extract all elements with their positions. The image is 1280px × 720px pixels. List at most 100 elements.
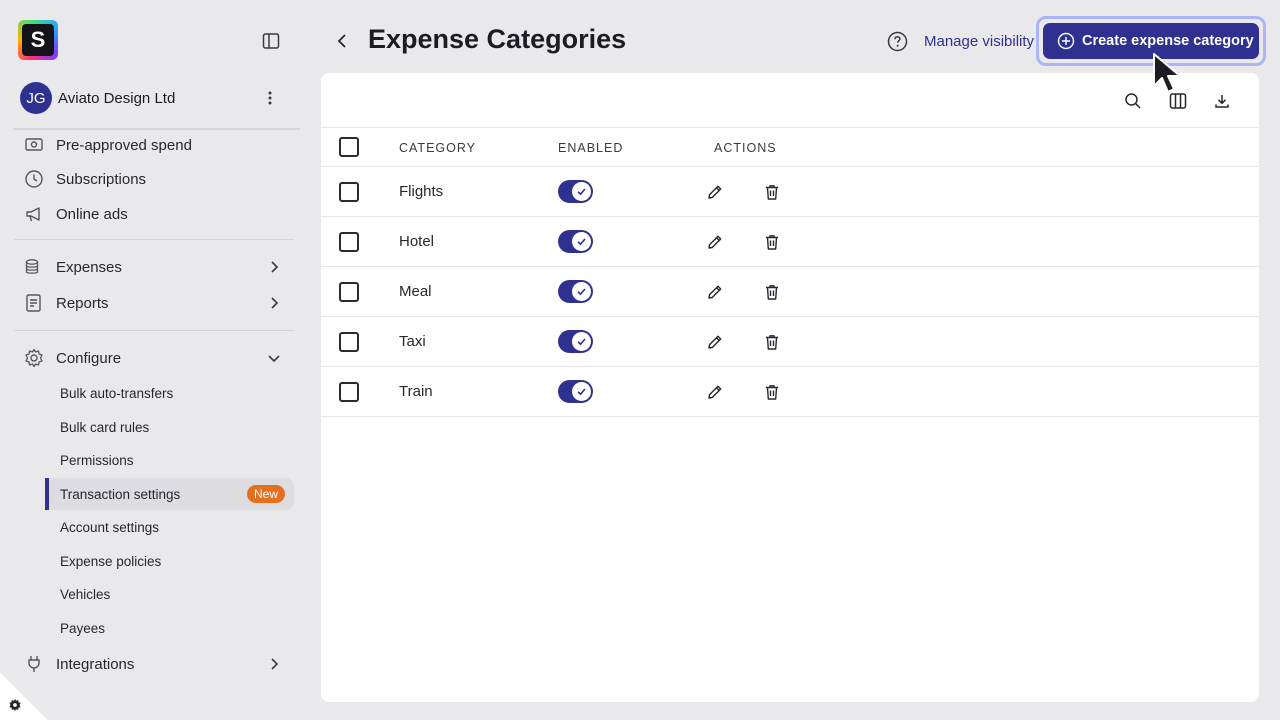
back-icon[interactable] <box>334 32 350 50</box>
megaphone-icon <box>26 207 40 222</box>
column-header-actions: ACTIONS <box>714 141 777 155</box>
sidebar-item-label: Online ads <box>56 205 128 223</box>
sidebar-item-label: Reports <box>56 294 109 312</box>
more-options-icon[interactable] <box>268 90 272 106</box>
sidebar-item-permissions[interactable]: Permissions <box>60 453 134 468</box>
app-logo[interactable]: S <box>18 20 58 60</box>
chevron-right-icon <box>271 261 279 273</box>
check-icon <box>577 238 586 246</box>
sidebar-divider <box>14 128 300 130</box>
table-row: Train <box>321 367 1259 417</box>
sidebar-divider <box>14 239 294 240</box>
table-header: CATEGORY ENABLED ACTIONS <box>321 127 1259 167</box>
sidebar-item-vehicles[interactable]: Vehicles <box>60 587 110 602</box>
categories-card: CATEGORY ENABLED ACTIONS Flights Hotel M… <box>321 73 1259 702</box>
sidebar-item-pre-approved-spend[interactable]: Pre-approved spend <box>24 132 286 158</box>
column-header-enabled[interactable]: ENABLED <box>558 141 623 155</box>
table-row: Flights <box>321 167 1259 217</box>
trash-icon[interactable] <box>763 333 781 351</box>
sidebar-item-label: Pre-approved spend <box>56 136 192 154</box>
row-checkbox[interactable] <box>339 332 359 352</box>
enabled-toggle[interactable] <box>558 380 593 403</box>
sidebar-item-transaction-settings[interactable]: Transaction settings <box>60 487 180 502</box>
sidebar-item-subscriptions[interactable]: Subscriptions <box>24 166 286 192</box>
enabled-toggle[interactable] <box>558 180 593 203</box>
sidebar-item-integrations[interactable]: Integrations <box>24 651 286 677</box>
help-icon[interactable] <box>887 31 908 52</box>
select-all-checkbox[interactable] <box>339 137 359 157</box>
plug-icon <box>28 656 40 672</box>
sidebar-item-account-settings[interactable]: Account settings <box>60 520 159 535</box>
mouse-cursor-icon <box>1153 53 1181 93</box>
trash-icon[interactable] <box>763 383 781 401</box>
trash-icon[interactable] <box>763 283 781 301</box>
edit-icon[interactable] <box>706 383 724 401</box>
org-switcher[interactable]: JG Aviato Design Ltd <box>20 82 290 114</box>
edit-icon[interactable] <box>706 183 724 201</box>
category-name: Train <box>399 383 433 400</box>
sidebar-item-label: Subscriptions <box>56 170 147 188</box>
sidebar-item-label: Configure <box>56 349 122 367</box>
gear-icon <box>25 348 43 368</box>
chevron-down-icon <box>268 355 280 363</box>
sidebar-item-expenses[interactable]: Expenses <box>24 254 286 280</box>
settings-corner[interactable] <box>0 672 48 720</box>
check-icon <box>577 188 586 196</box>
sidebar-item-online-ads[interactable]: Online ads <box>24 201 286 227</box>
sidebar-item-reports[interactable]: Reports <box>24 290 286 316</box>
check-icon <box>577 288 586 296</box>
edit-icon[interactable] <box>706 333 724 351</box>
sidebar-item-expense-policies[interactable]: Expense policies <box>60 554 161 569</box>
table-row: Taxi <box>321 317 1259 367</box>
avatar: JG <box>20 82 52 114</box>
toggle-knob <box>572 382 591 401</box>
check-icon <box>577 388 586 396</box>
sidebar-collapse-icon[interactable] <box>262 32 280 50</box>
money-icon <box>25 138 43 151</box>
column-header-category[interactable]: CATEGORY <box>399 141 476 155</box>
enabled-toggle[interactable] <box>558 330 593 353</box>
enabled-toggle[interactable] <box>558 230 593 253</box>
clock-icon <box>25 170 43 188</box>
row-checkbox[interactable] <box>339 182 359 202</box>
row-checkbox[interactable] <box>339 232 359 252</box>
logo-letter: S <box>22 24 54 56</box>
sidebar-item-configure[interactable]: Configure <box>24 345 286 371</box>
sidebar: S JG Aviato Design Ltd Pre-approved spen… <box>0 0 310 720</box>
toggle-knob <box>572 282 591 301</box>
page-title: Expense Categories <box>368 24 627 54</box>
manage-visibility-link[interactable]: Manage visibility <box>924 33 1034 50</box>
sidebar-divider <box>14 330 294 331</box>
edit-icon[interactable] <box>706 283 724 301</box>
sidebar-item-bulk-card-rules[interactable]: Bulk card rules <box>60 420 149 435</box>
row-checkbox[interactable] <box>339 282 359 302</box>
toggle-knob <box>572 182 591 201</box>
table-row: Hotel <box>321 217 1259 267</box>
chevron-right-icon <box>271 297 279 309</box>
edit-icon[interactable] <box>706 233 724 251</box>
create-button-label: Create expense category <box>1082 33 1254 49</box>
category-name: Hotel <box>399 233 435 250</box>
report-icon <box>26 294 41 312</box>
sidebar-item-bulk-auto-transfers[interactable]: Bulk auto-transfers <box>60 386 173 401</box>
download-icon[interactable] <box>1213 92 1231 110</box>
chevron-right-icon <box>271 658 279 670</box>
category-name: Flights <box>399 183 444 200</box>
toggle-knob <box>572 232 591 251</box>
sidebar-item-label: Expenses <box>56 258 122 276</box>
row-checkbox[interactable] <box>339 382 359 402</box>
gear-icon <box>9 699 21 711</box>
trash-icon[interactable] <box>763 183 781 201</box>
check-icon <box>577 338 586 346</box>
search-icon[interactable] <box>1124 92 1142 110</box>
toggle-knob <box>572 332 591 351</box>
sidebar-item-payees[interactable]: Payees <box>60 621 105 636</box>
coins-icon <box>25 259 39 274</box>
enabled-toggle[interactable] <box>558 280 593 303</box>
plus-circle-icon <box>1057 32 1075 50</box>
category-name: Meal <box>399 283 432 300</box>
trash-icon[interactable] <box>763 233 781 251</box>
table-row: Meal <box>321 267 1259 317</box>
category-name: Taxi <box>399 333 426 350</box>
sidebar-item-label: Integrations <box>56 655 135 673</box>
